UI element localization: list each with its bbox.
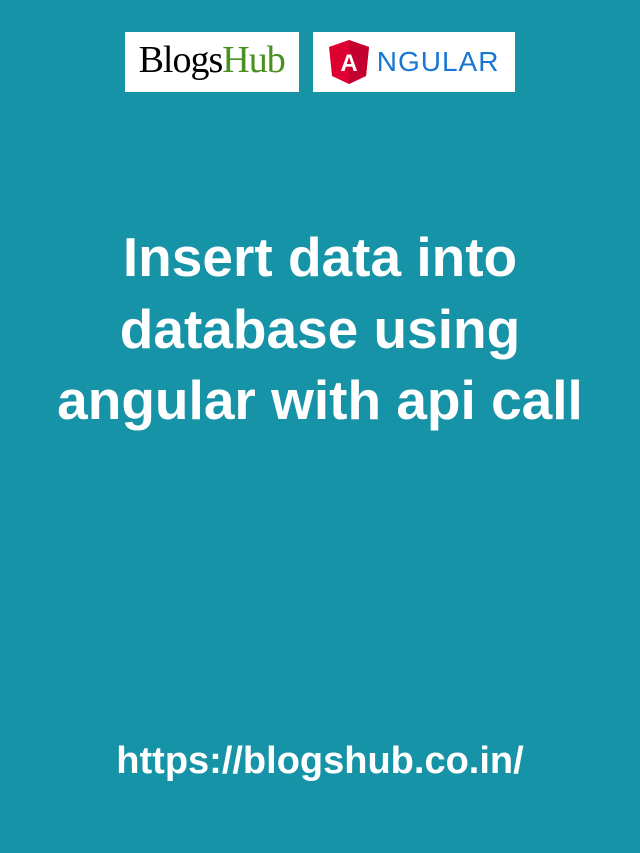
main-title: Insert data into database using angular … (0, 222, 640, 437)
angular-logo-text: NGULAR (377, 46, 500, 78)
angular-shield-icon: A (329, 40, 369, 84)
header: BlogsHub A NGULAR (0, 0, 640, 92)
footer-url: https://blogshub.co.in/ (0, 740, 640, 783)
blogshub-logo-blogs: Blogs (139, 38, 223, 82)
svg-text:A: A (340, 50, 357, 77)
blogshub-logo-hub: Hub (222, 38, 284, 82)
angular-logo: A NGULAR (313, 32, 516, 92)
blogshub-logo: BlogsHub (125, 32, 299, 92)
